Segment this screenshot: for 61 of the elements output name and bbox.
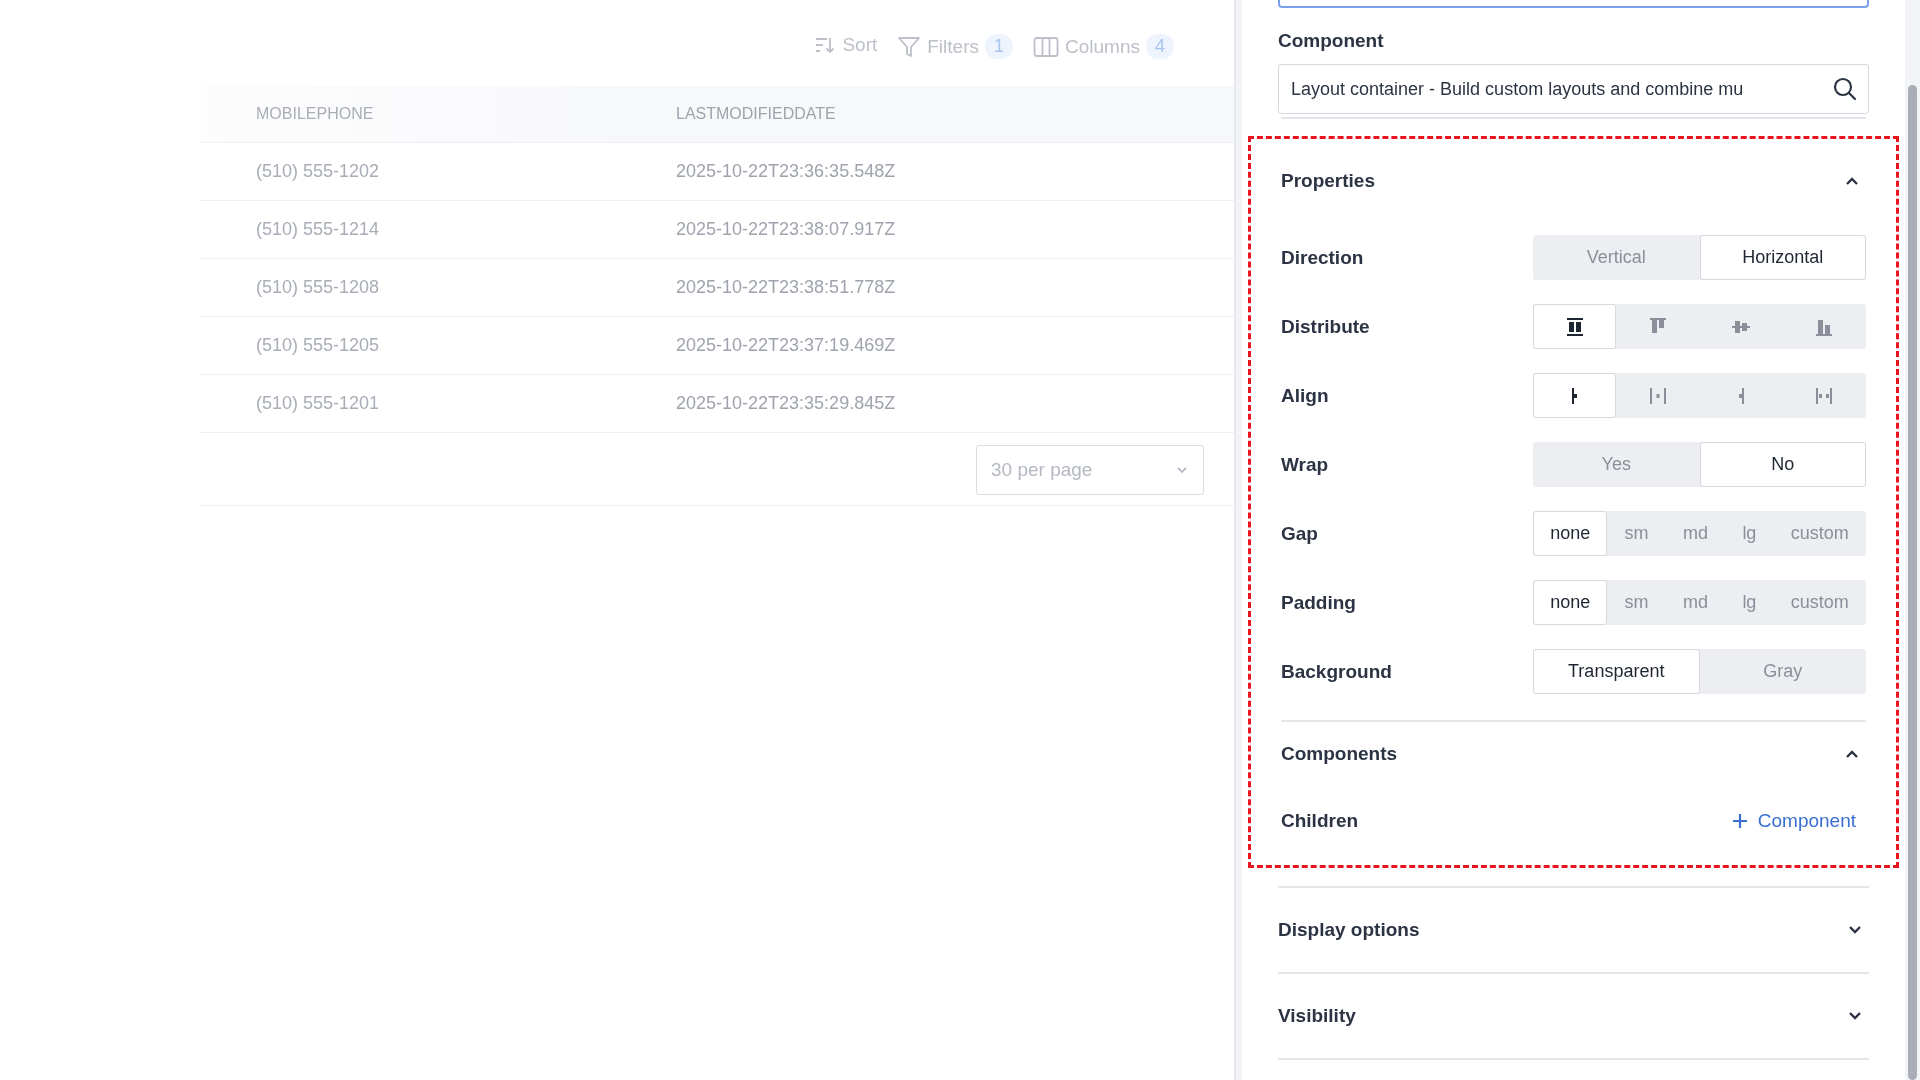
segment-option[interactable]: sm	[1607, 511, 1666, 556]
segment-option[interactable]: Horizontal	[1699, 235, 1866, 280]
table-cell-text: (510) 555-1205	[255, 335, 381, 356]
property-label: Background	[1281, 660, 1392, 683]
segment-option[interactable]: Yes	[1533, 442, 1700, 487]
section-header[interactable]: Components	[1281, 722, 1866, 786]
section-header[interactable]: Visibility	[1278, 974, 1869, 1058]
property-label: Align	[1281, 384, 1329, 407]
segment-option[interactable]: md	[1665, 511, 1726, 556]
column-header: LASTMODIFIEDDATE	[676, 105, 836, 123]
plus-icon	[1731, 812, 1748, 829]
table-cell-text: (510) 555-1201	[255, 393, 381, 414]
column-header: MOBILEPHONE	[255, 105, 375, 123]
text-field[interactable]	[1278, 0, 1869, 8]
segment-option[interactable]: lg	[1725, 511, 1774, 556]
property-label: Direction	[1281, 246, 1364, 269]
chevron-down-icon	[1847, 924, 1863, 936]
table-cell: 2025-10-22T23:36:35.548Z	[676, 161, 896, 182]
table-cell: 2025-10-22T23:35:29.845Z	[676, 393, 896, 414]
property-label: Padding	[1281, 591, 1356, 614]
table-cell: 2025-10-22T23:38:07.917Z	[676, 219, 896, 240]
add-component-button[interactable]: Component	[1731, 809, 1866, 832]
chevron-down-icon	[1847, 1010, 1863, 1022]
columns-button[interactable]: Columns 4	[1033, 34, 1174, 59]
filter-icon	[897, 34, 922, 59]
segment-option[interactable]: custom	[1773, 580, 1866, 625]
table-cell-text: (510) 555-1214	[255, 219, 381, 240]
segment-option[interactable]: md	[1665, 580, 1726, 625]
segment-option[interactable]: sm	[1607, 580, 1666, 625]
section-header[interactable]: Display options	[1278, 888, 1869, 972]
segment-option[interactable]: custom	[1773, 511, 1866, 556]
chevron-down-icon	[1175, 465, 1189, 475]
count-badge: 1	[985, 34, 1013, 59]
field-label: Component	[1278, 30, 1385, 52]
segment-option[interactable]: Vertical	[1533, 235, 1700, 280]
count-badge: 4	[1146, 34, 1174, 59]
segment-option[interactable]	[1533, 304, 1617, 349]
filters-button[interactable]: Filters 1	[897, 34, 1013, 59]
section-header[interactable]: Properties	[1281, 139, 1866, 223]
sort-button[interactable]: Sort	[814, 34, 878, 56]
columns-icon	[1033, 35, 1059, 58]
segment-option[interactable]: lg	[1725, 580, 1774, 625]
segment-option[interactable]: Transparent	[1533, 649, 1700, 694]
table-cell-text: (510) 555-1202	[255, 161, 381, 182]
search-icon	[1832, 76, 1858, 102]
segment-option[interactable]: Gray	[1699, 649, 1866, 694]
scrollbar-thumb[interactable]	[1908, 85, 1917, 1080]
segment-option[interactable]: No	[1699, 442, 1866, 487]
component-field[interactable]: Layout container - Build custom layouts and combine mu	[1278, 64, 1869, 114]
per-page-select[interactable]: 30 per page	[976, 445, 1204, 495]
property-label: Distribute	[1281, 315, 1370, 338]
segment-option[interactable]: none	[1533, 511, 1608, 556]
table-cell: 2025-10-22T23:38:51.778Z	[676, 277, 896, 298]
property-label: Gap	[1281, 522, 1318, 545]
chevron-up-icon	[1844, 175, 1860, 187]
segment-option[interactable]: none	[1533, 580, 1608, 625]
property-label: Children	[1281, 809, 1359, 832]
chevron-up-icon	[1844, 748, 1860, 760]
table-cell-text: (510) 555-1208	[255, 277, 381, 298]
table-cell: 2025-10-22T23:37:19.469Z	[676, 335, 896, 356]
property-label: Wrap	[1281, 453, 1329, 476]
